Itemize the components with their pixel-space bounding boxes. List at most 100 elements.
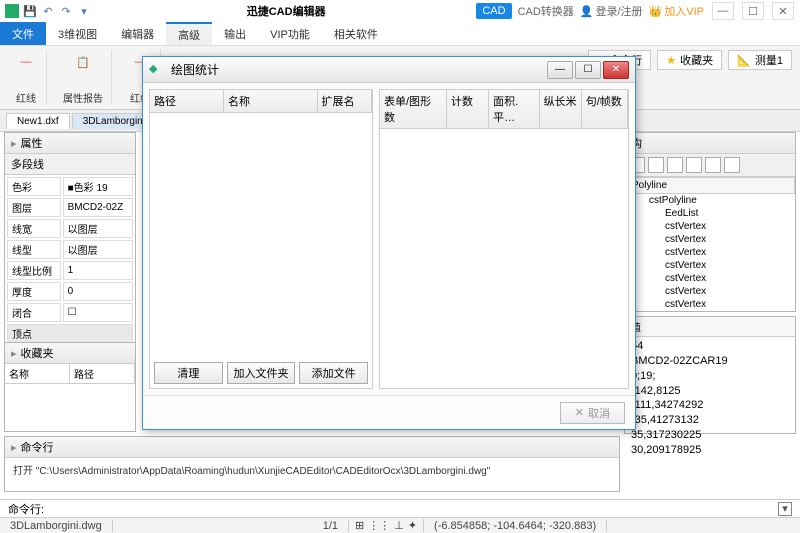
ribbon-btn-fav[interactable]: ★收藏夹 (657, 50, 722, 70)
save-icon[interactable]: 💾 (22, 3, 38, 19)
tree-tool-6[interactable] (724, 157, 740, 173)
col-name: 名称 (224, 90, 318, 112)
table-row[interactable]: 线宽以图层 (7, 219, 133, 238)
converter-link[interactable]: CAD转换器 (518, 3, 574, 19)
tree-toolbar (625, 154, 795, 177)
command-line: 命令行: ▾ (0, 499, 800, 517)
tab-related[interactable]: 相关软件 (322, 22, 390, 45)
crown-icon: 👑 (649, 5, 663, 18)
title-bar: 💾 ↶ ↷ ▾ 迅捷CAD编辑器 CAD CAD转换器 👤登录/注册 👑加入VI… (0, 0, 800, 22)
qat: 💾 ↶ ↷ ▾ (0, 3, 96, 19)
ortho-icon[interactable]: ⊥ (394, 519, 404, 532)
favorites-header: 名称 路径 (5, 364, 135, 384)
tab-vip[interactable]: VIP功能 (258, 22, 322, 45)
dialog-maximize-button[interactable]: ☐ (575, 61, 601, 79)
tree-item[interactable]: EedList (625, 207, 795, 220)
table-row[interactable]: 色彩■色彩 19 (7, 177, 133, 196)
table-row[interactable]: 线型比例1 (7, 261, 133, 280)
clear-button[interactable]: 清理 (154, 362, 223, 384)
menu-bar: 文件 3维视图 编辑器 高级 输出 VIP功能 相关软件 (0, 22, 800, 46)
tree-item-cst[interactable]: cstPolyline (625, 194, 795, 207)
status-coords: (-6.854858; -104.6464; -320.883) (424, 520, 607, 532)
ribbon-group-propreport[interactable]: 📋 属性报告 (55, 50, 112, 105)
left-table-body[interactable] (150, 113, 372, 358)
value-line: -111,34274292 (631, 398, 789, 413)
redline-icon: — (14, 50, 38, 74)
redo-icon[interactable]: ↷ (58, 3, 74, 19)
maximize-button[interactable]: ☐ (742, 2, 764, 20)
structure-panel: 构 Polyline cstPolyline EedList cstVertex… (624, 132, 796, 312)
minimize-button[interactable]: — (712, 2, 734, 20)
dialog-titlebar[interactable]: ◆ 绘图统计 — ☐ ✕ (143, 57, 635, 83)
star-icon: ★ (666, 54, 676, 67)
left-buttons: 清理 加入文件夹 添加文件 (150, 358, 372, 388)
favorites-title: ▸收藏夹 (5, 343, 135, 364)
table-row[interactable]: 厚度0 (7, 282, 133, 301)
dialog-left-pane: 路径 名称 扩展名 清理 加入文件夹 添加文件 (149, 89, 373, 389)
fav-col-name: 名称 (5, 364, 70, 383)
tab-3dview[interactable]: 3维视图 (46, 22, 109, 45)
prop-category-vertex: 顶点 (7, 324, 133, 343)
value-line: 30,209178925 (631, 443, 789, 458)
add-folder-button[interactable]: 加入文件夹 (227, 362, 296, 384)
tree-item[interactable]: cstVertex (625, 246, 795, 259)
command-output: 打开 "C:\Users\Administrator\AppData\Roami… (5, 458, 619, 481)
dialog-title: 绘图统计 (171, 61, 547, 78)
qat-dropdown-icon[interactable]: ▾ (76, 3, 92, 19)
col-sheets: 表单/图形数 (380, 90, 447, 128)
col-area: 面积. 平… (489, 90, 539, 128)
tab-advanced[interactable]: 高级 (166, 22, 212, 45)
status-icons: ⊞ ⋮⋮ ⊥ ✦ (349, 519, 424, 532)
panel-icon: ▸ (11, 137, 17, 150)
tree-item[interactable]: cstVertex (625, 259, 795, 272)
fav-col-path: 路径 (70, 364, 135, 383)
dialog-icon: ◆ (149, 62, 165, 78)
command-line-dropdown[interactable]: ▾ (778, 502, 792, 516)
login-link[interactable]: 👤登录/注册 (580, 3, 643, 19)
dialog-minimize-button[interactable]: — (547, 61, 573, 79)
tree-item[interactable]: cstVertex (625, 298, 795, 311)
tree-tool-4[interactable] (686, 157, 702, 173)
add-file-button[interactable]: 添加文件 (299, 362, 368, 384)
ribbon-label-redline1: 红线 (16, 90, 36, 105)
tree-item[interactable]: cstVertex (625, 272, 795, 285)
status-bar: 3DLamborgini.dwg 1/1 ⊞ ⋮⋮ ⊥ ✦ (-6.854858… (0, 517, 800, 533)
tab-output[interactable]: 输出 (212, 22, 258, 45)
cancel-button[interactable]: ✕取消 (560, 402, 625, 424)
tree-item[interactable]: cstVertex (625, 285, 795, 298)
value-line: BMCD2-02ZCAR19 (631, 354, 789, 369)
cancel-icon: ✕ (575, 406, 584, 419)
tree-tool-5[interactable] (705, 157, 721, 173)
right-table-header: 表单/图形数 计数 面积. 平… 纵长米 句/帧数 (380, 90, 628, 129)
dialog-footer: ✕取消 (143, 395, 635, 429)
ribbon-group-redline1[interactable]: — 红线 (6, 50, 47, 105)
table-row[interactable]: 图层BMCD2-02Z (7, 198, 133, 217)
right-table-body[interactable] (380, 129, 628, 388)
table-row[interactable]: 线型以图层 (7, 240, 133, 259)
cad-badge-icon: CAD (476, 3, 511, 19)
value-header: 值 (625, 317, 795, 337)
stats-dialog: ◆ 绘图统计 — ☐ ✕ 路径 名称 扩展名 清理 加入文件夹 添加文件 表单/… (142, 56, 636, 430)
undo-icon[interactable]: ↶ (40, 3, 56, 19)
value-body: 64 BMCD2-02ZCAR19 0;19; -142,8125 -111,3… (625, 337, 795, 460)
tree-item[interactable]: cstVertex (625, 220, 795, 233)
command-line-label: 命令行: (8, 501, 44, 517)
tree-item[interactable]: cstVertex (625, 233, 795, 246)
snap-icon[interactable]: ⊞ (355, 519, 364, 532)
tab-editor[interactable]: 编辑器 (109, 22, 166, 45)
close-button[interactable]: ✕ (772, 2, 794, 20)
tree-tool-2[interactable] (648, 157, 664, 173)
panel-icon: ▸ (11, 441, 17, 454)
doc-tab-0[interactable]: New1.dxf (6, 113, 70, 129)
tab-file[interactable]: 文件 (0, 22, 46, 45)
vip-link[interactable]: 👑加入VIP (649, 3, 704, 19)
dialog-close-button[interactable]: ✕ (603, 61, 629, 79)
grid-icon[interactable]: ⋮⋮ (368, 519, 390, 532)
tree-tool-3[interactable] (667, 157, 683, 173)
col-path: 路径 (150, 90, 224, 112)
app-title: 迅捷CAD编辑器 (96, 3, 476, 19)
table-row[interactable]: 闭合☐ (7, 303, 133, 322)
ribbon-btn-measure[interactable]: 📐测量1 (728, 50, 792, 70)
polar-icon[interactable]: ✦ (408, 519, 417, 532)
structure-title: 构 (625, 133, 795, 154)
